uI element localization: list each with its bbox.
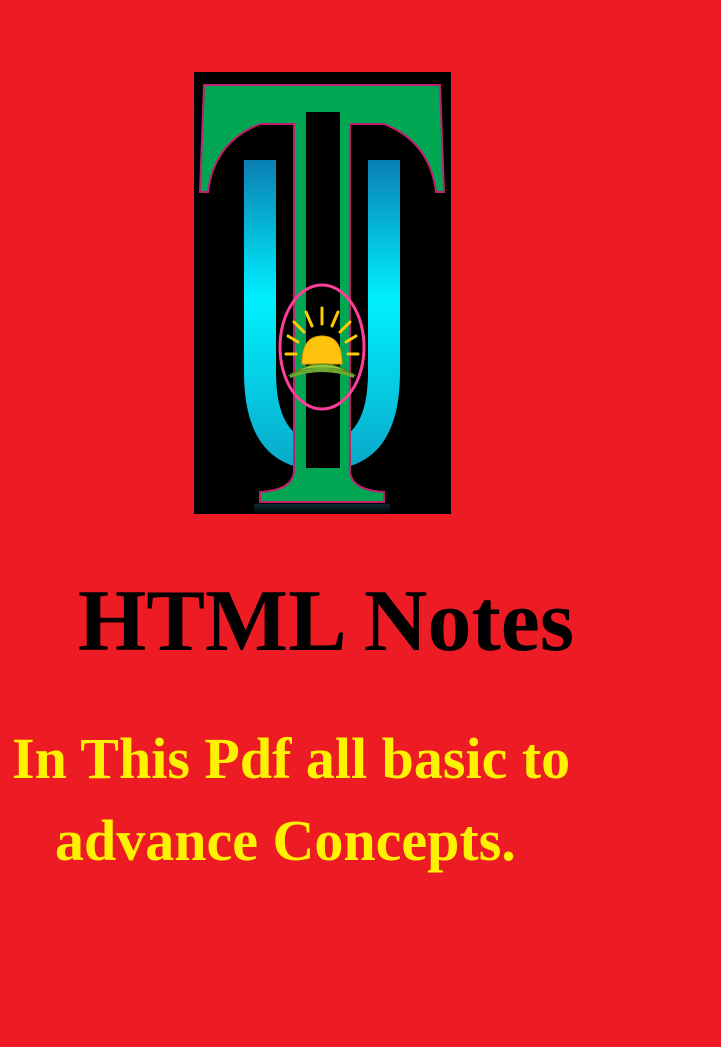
tu-logo-icon bbox=[194, 72, 451, 514]
subtitle-line-2: advance Concepts. bbox=[55, 808, 516, 873]
document-subtitle: In This Pdf all basic to advance Concept… bbox=[12, 718, 652, 882]
document-title: HTML Notes bbox=[77, 573, 575, 670]
subtitle-line-1: In This Pdf all basic to bbox=[12, 726, 571, 791]
